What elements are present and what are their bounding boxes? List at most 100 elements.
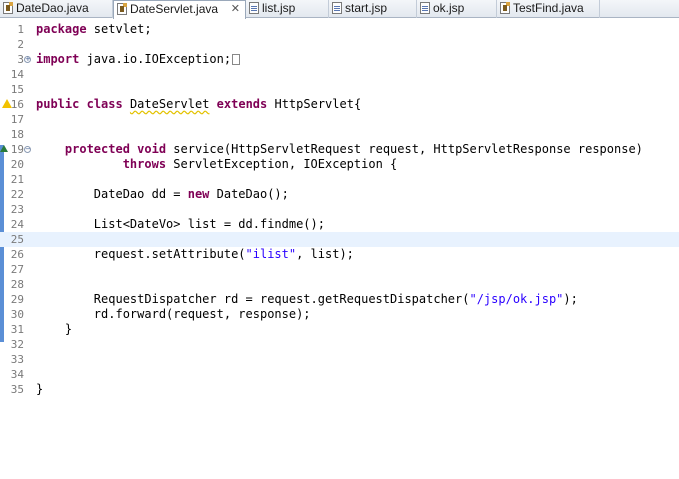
code-line[interactable]: 33 (0, 352, 679, 367)
code-keyword: extends (216, 97, 268, 111)
code-line[interactable]: 28 (0, 277, 679, 292)
line-number: 27 (10, 263, 24, 276)
tab-label: DateServlet.java (130, 2, 219, 16)
code-line[interactable]: 1 package setvlet; (0, 22, 679, 37)
code-string: "ilist" (245, 247, 297, 261)
code-line[interactable]: 34 (0, 367, 679, 382)
tab-testfind-java[interactable]: TestFind.java (497, 0, 600, 18)
line-number: 30 (10, 308, 24, 321)
line-number: 21 (10, 173, 24, 186)
java-file-icon (500, 2, 510, 14)
code-line[interactable]: 31 } (0, 322, 679, 337)
line-number: 31 (10, 323, 24, 336)
java-file-icon (117, 3, 127, 15)
tab-label: ok.jsp (433, 1, 465, 15)
code-line[interactable]: 17 (0, 112, 679, 127)
code-text: rd.forward(request, response); (36, 307, 311, 322)
tab-datedao-java[interactable]: DateDao.java (0, 0, 113, 18)
tab-label: list.jsp (262, 1, 296, 15)
line-number: 33 (10, 353, 24, 366)
code-line[interactable]: 19− protected void service(HttpServletRe… (0, 142, 679, 157)
code-line[interactable]: 16 public class DateServlet extends HttpS… (0, 97, 679, 112)
line-number: 20 (10, 158, 24, 171)
jsp-file-icon (420, 2, 430, 14)
code-text: request.setAttribute("ilist", list); (36, 247, 354, 262)
code-token: } (36, 322, 73, 336)
tab-list-jsp[interactable]: list.jsp (246, 0, 329, 18)
code-line[interactable]: 3 + import java.io.IOException; (0, 52, 679, 67)
line-number: 23 (10, 203, 24, 216)
expand-fold-icon[interactable]: + (24, 56, 31, 63)
code-line[interactable]: 22 DateDao dd = new DateDao(); (0, 187, 679, 202)
code-line[interactable]: 23 (0, 202, 679, 217)
code-line[interactable]: 18 (0, 127, 679, 142)
code-line[interactable]: 2 (0, 37, 679, 52)
line-number: 16 (10, 98, 24, 111)
tab-label: start.jsp (345, 1, 388, 15)
line-number: 14 (10, 68, 24, 81)
code-keyword: throws (122, 157, 167, 171)
tab-start-jsp[interactable]: start.jsp (329, 0, 417, 18)
line-number: 34 (10, 368, 24, 381)
tab-ok-jsp[interactable]: ok.jsp (417, 0, 497, 18)
line-number: 28 (10, 278, 24, 291)
code-line[interactable]: 15 (0, 82, 679, 97)
code-token: } (36, 382, 44, 396)
code-line[interactable]: 35} (0, 382, 679, 397)
code-line[interactable]: 20 throws ServletException, IOException … (0, 157, 679, 172)
folded-code-marker[interactable] (232, 54, 241, 65)
code-line[interactable]: 21 (0, 172, 679, 187)
code-line[interactable]: 24 List<DateVo> list = dd.findme(); (0, 217, 679, 232)
line-number: 25 (10, 233, 24, 246)
code-token: RequestDispatcher rd = request.getReques… (36, 292, 470, 306)
line-number: 29 (10, 293, 24, 306)
code-keyword: class (86, 97, 123, 111)
code-text: } (36, 382, 43, 397)
line-number: 15 (10, 83, 24, 96)
tab-dateservlet-java[interactable]: DateServlet.java ✕ (113, 0, 246, 19)
code-line[interactable]: 30 rd.forward(request, response); (0, 307, 679, 322)
code-token: HttpServlet{ (267, 97, 362, 111)
line-number: 1 (17, 23, 24, 36)
code-token: ServletException, IOException { (166, 157, 398, 171)
code-text: List<DateVo> list = dd.findme(); (36, 217, 325, 232)
code-text: RequestDispatcher rd = request.getReques… (36, 292, 578, 307)
code-token: service(HttpServletRequest request, Http… (166, 142, 643, 156)
line-number: 32 (10, 338, 24, 351)
line-number: 26 (10, 248, 24, 261)
line-number: 3 (17, 53, 24, 66)
code-editor[interactable]: 1 package setvlet; 2 3 + import java.io.IOExc… (0, 22, 679, 397)
collapse-fold-icon[interactable]: − (24, 146, 31, 153)
code-token: rd.forward(request, response); (36, 307, 311, 321)
code-text: public class DateServlet extends HttpSer… (36, 97, 361, 112)
code-text: protected void service(HttpServletReques… (36, 142, 643, 157)
jsp-file-icon (249, 2, 259, 14)
code-string: "/jsp/ok.jsp" (469, 292, 564, 306)
code-token: , list); (296, 247, 354, 261)
code-text: } (36, 322, 72, 337)
code-token: List<DateVo> list = dd.findme(); (36, 217, 325, 231)
code-line[interactable]: 26 request.setAttribute("ilist", list); (0, 247, 679, 262)
line-number: 17 (10, 113, 24, 126)
code-line[interactable]: 29 RequestDispatcher rd = request.getReq… (0, 292, 679, 307)
line-number: 18 (10, 128, 24, 141)
code-token: request.setAttribute( (36, 247, 246, 261)
code-keyword: void (137, 142, 167, 156)
code-line[interactable]: 14 (0, 67, 679, 82)
line-number: 35 (10, 383, 24, 396)
code-keyword: new (187, 187, 210, 201)
code-text: package setvlet; (36, 22, 152, 37)
java-file-icon (3, 2, 13, 14)
line-number: 2 (17, 38, 24, 51)
code-keyword: import (36, 52, 80, 66)
close-tab-icon[interactable]: ✕ (231, 1, 240, 17)
jsp-file-icon (332, 2, 342, 14)
code-line[interactable]: 27 (0, 262, 679, 277)
code-line[interactable]: 32 (0, 337, 679, 352)
code-line[interactable]: 25 (0, 232, 679, 247)
